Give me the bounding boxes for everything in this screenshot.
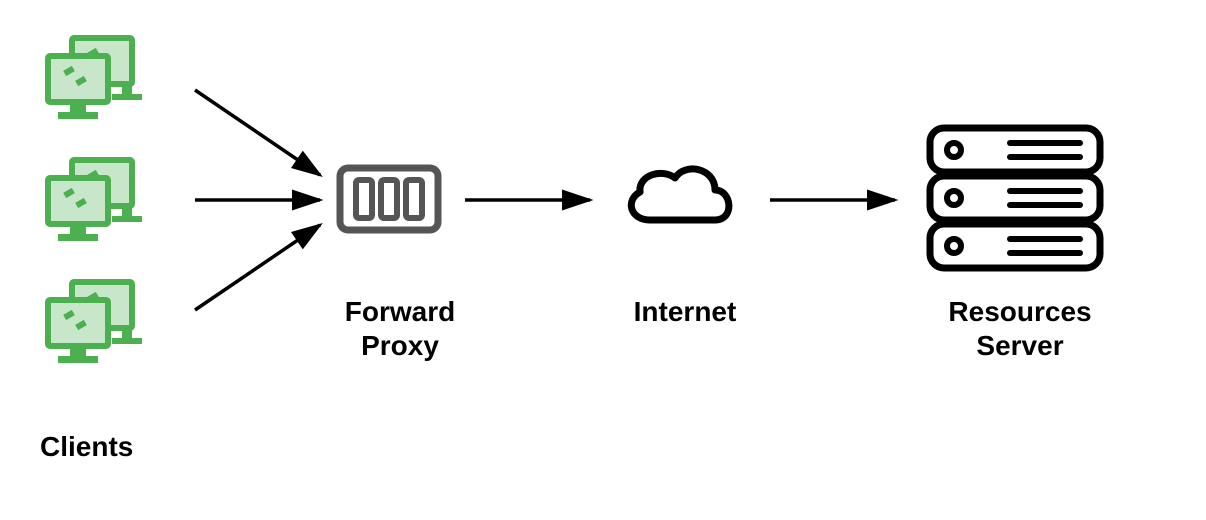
server-stack-icon [930,128,1100,268]
internet-label: Internet [620,295,750,329]
client-monitor-icon [48,38,142,119]
arrow-icon [195,90,320,175]
diagram-canvas [0,0,1206,520]
server-label: Resources Server [940,295,1100,362]
clients-label: Clients [40,430,160,464]
proxy-label: Forward Proxy [330,295,470,362]
forward-proxy-diagram: Clients Forward Proxy Internet Resources… [0,0,1206,520]
arrow-icon [195,225,320,310]
client-monitor-icon [48,160,142,241]
proxy-icon [340,168,438,230]
cloud-icon [631,169,729,220]
client-monitor-icon [48,282,142,363]
